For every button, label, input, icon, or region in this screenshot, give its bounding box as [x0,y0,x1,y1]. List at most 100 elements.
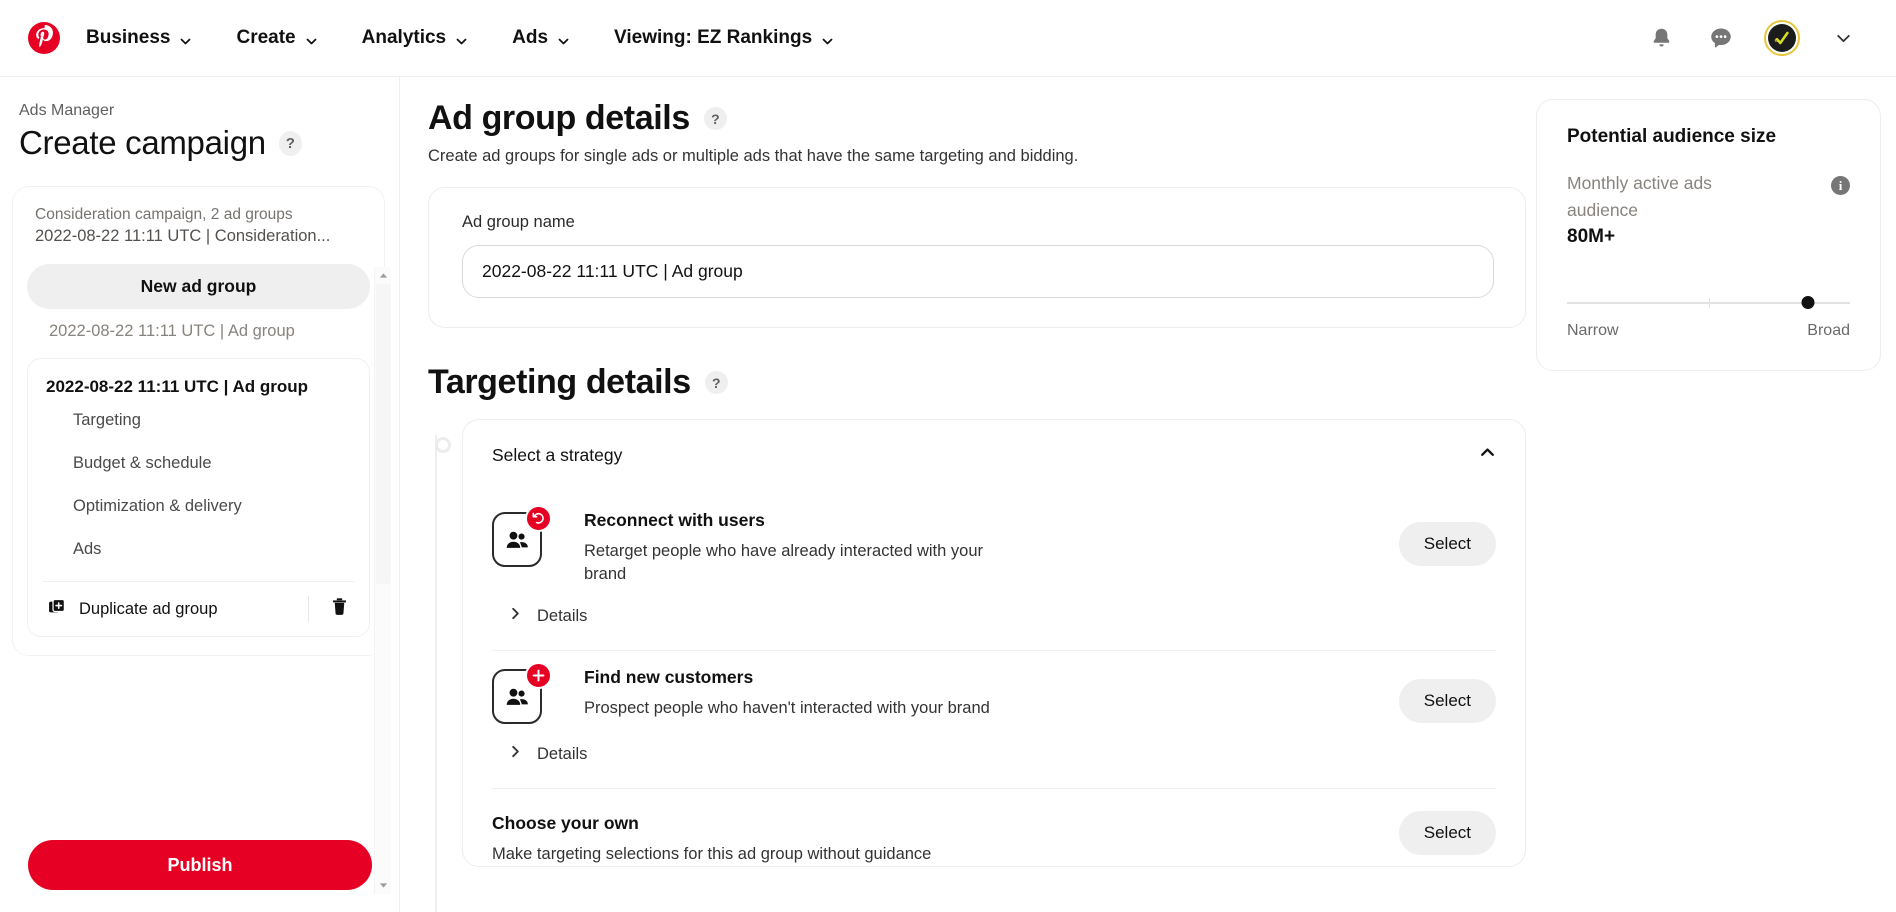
strategy-option-text: Reconnect with users Retarget people who… [548,508,1399,586]
nav-right-actions: e [1644,20,1874,56]
strategy-option-title: Reconnect with users [584,510,1399,531]
select-button-find-new-customers[interactable]: Select [1399,679,1496,723]
duplicate-ad-group-button[interactable]: Duplicate ad group [48,598,308,621]
chevron-down-icon [455,32,468,45]
duplicate-ad-group-label: Duplicate ad group [79,600,218,619]
details-label: Details [537,745,587,764]
nav-item-business[interactable]: Business [70,19,208,57]
strategy-option-description: Prospect people who haven't interacted w… [584,697,1104,720]
publish-button-wrapper: Publish [0,840,400,890]
audience-metric: Monthly active ads audience 80M+ [1567,170,1777,248]
nav-item-ads[interactable]: Ads [496,19,586,57]
top-navigation-bar: Business Create Analytics Ads Viewing: E… [0,0,1896,77]
slider-labels: Narrow Broad [1567,322,1850,340]
details-toggle-reconnect-with-users[interactable]: Details [492,586,1496,650]
step-indicator-dot [435,437,451,453]
svg-text:e: e [1775,37,1779,44]
chevron-down-icon [821,32,834,45]
section-title-ad-group-details: Ad group details [428,99,690,138]
main-content: Ad group details ? Create ad groups for … [400,77,1536,912]
chat-bubble-icon[interactable] [1704,21,1738,55]
strategy-option-description: Make targeting selections for this ad gr… [492,843,1092,866]
audience-metric-value: 80M+ [1567,226,1777,248]
sidebar-active-adgroup-card: 2022-08-22 11:11 UTC | Ad group Targetin… [27,358,370,637]
chevron-down-icon [179,32,192,45]
strategy-option-title: Choose your own [492,813,1399,834]
select-strategy-card: Select a strategy [462,419,1526,867]
sidebar-item-adgroup-collapsed[interactable]: 2022-08-22 11:11 UTC | Ad group [13,309,384,352]
strategy-option-choose-your-own[interactable]: Choose your own Make targeting selection… [492,789,1496,866]
chevron-up-icon[interactable] [1479,444,1496,466]
sidebar-scrollbar[interactable] [374,267,391,894]
select-button-choose-your-own[interactable]: Select [1399,811,1496,855]
right-column: Potential audience size Monthly active a… [1536,77,1896,912]
select-button-reconnect-with-users[interactable]: Select [1399,522,1496,566]
help-icon[interactable]: ? [705,371,728,394]
campaign-tree-card: Consideration campaign, 2 ad groups 2022… [12,186,385,656]
chevron-right-icon [508,606,523,626]
audience-card-title: Potential audience size [1567,126,1850,148]
sidebar-scrollbar-thumb[interactable] [376,284,391,584]
account-menu-chevron-down-icon[interactable] [1826,21,1860,55]
strategy-option-text: Find new customers Prospect people who h… [548,665,1399,720]
duplicate-icon [48,598,66,621]
details-toggle-find-new-customers[interactable]: Details [492,724,1496,788]
nav-item-analytics[interactable]: Analytics [346,19,484,57]
strategy-option-title: Find new customers [584,667,1399,688]
help-icon[interactable]: ? [279,131,302,156]
rotate-back-icon [525,505,552,532]
audience-metric-label: Monthly active ads audience [1567,170,1777,224]
slider-midpoint-tick [1709,298,1710,308]
primary-nav-items: Business Create Analytics Ads Viewing: E… [60,19,862,57]
breadcrumb: Ads Manager [0,77,399,120]
chevron-right-icon [508,744,523,764]
nav-item-viewing-account[interactable]: Viewing: EZ Rankings [598,19,850,57]
campaign-name[interactable]: 2022-08-22 11:11 UTC | Consideration... [13,225,384,248]
plus-icon [525,662,552,689]
ad-group-name-input[interactable] [462,245,1494,298]
sidebar-item-ads[interactable]: Ads [28,528,369,571]
nav-item-create[interactable]: Create [220,19,333,57]
campaign-summary: Consideration campaign, 2 ad groups [13,205,384,225]
audience-breadth-slider[interactable] [1567,296,1850,310]
avatar[interactable]: e [1764,20,1800,56]
sidebar-item-budget-schedule[interactable]: Budget & schedule [28,442,369,485]
nav-item-label: Business [86,27,170,49]
select-strategy-header[interactable]: Select a strategy [463,420,1525,490]
ad-group-details-subtitle: Create ad groups for single ads or multi… [428,147,1536,166]
bell-icon[interactable] [1644,21,1678,55]
delete-ad-group-button[interactable] [309,597,369,621]
nav-item-label: Viewing: EZ Rankings [614,27,812,49]
sidebar-item-optimization-delivery[interactable]: Optimization & delivery [28,485,369,528]
publish-button[interactable]: Publish [28,840,372,890]
scroll-up-arrow-icon[interactable] [375,267,392,284]
help-icon[interactable]: ? [704,107,727,130]
nav-item-label: Analytics [362,27,446,49]
duplicate-ad-group-row: Duplicate ad group [28,582,369,636]
strategy-option-reconnect-with-users[interactable]: Reconnect with users Retarget people who… [492,494,1496,586]
nav-item-label: Create [236,27,295,49]
sidebar-item-targeting[interactable]: Targeting [28,399,369,442]
pinterest-logo-icon[interactable] [28,22,60,54]
section-title-targeting-details: Targeting details [428,363,691,402]
sidebar-item-adgroup-active[interactable]: 2022-08-22 11:11 UTC | Ad group [28,373,369,399]
audience-card-body: Monthly active ads audience 80M+ i [1567,170,1850,248]
slider-knob[interactable] [1801,296,1814,309]
details-label: Details [537,607,587,626]
nav-item-label: Ads [512,27,548,49]
ad-group-name-label: Ad group name [462,213,1492,232]
chevron-down-icon [557,32,570,45]
strategy-option-text: Choose your own Make targeting selection… [492,811,1399,866]
page-title-row: Create campaign ? [0,120,399,162]
new-ad-group-button[interactable]: New ad group [27,264,370,309]
slider-min-label: Narrow [1567,322,1619,340]
strategy-option-find-new-customers[interactable]: Find new customers Prospect people who h… [492,651,1496,724]
page-body: Ads Manager Create campaign ? Considerat… [0,77,1896,912]
info-icon[interactable]: i [1831,176,1850,195]
ad-group-name-panel: Ad group name [428,187,1526,328]
left-sidebar: Ads Manager Create campaign ? Considerat… [0,77,400,912]
ad-group-details-header: Ad group details ? [428,99,1536,138]
trash-icon [330,597,349,621]
ad-group-name-panel-body: Ad group name [429,188,1525,327]
chevron-down-icon [305,32,318,45]
